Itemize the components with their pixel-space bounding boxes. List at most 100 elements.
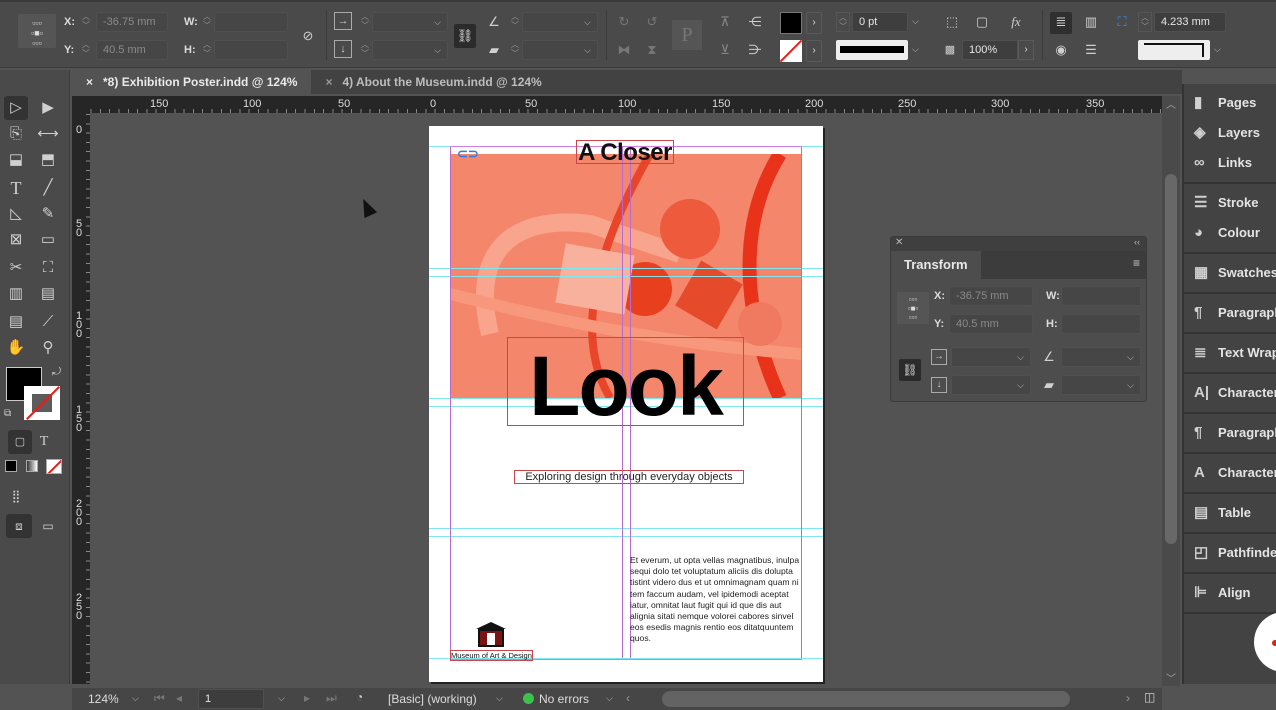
fill-menu-button[interactable]: › bbox=[806, 12, 822, 34]
dock-item-paragraph[interactable]: ¶ Paragraph bbox=[1184, 298, 1276, 328]
x-stepper[interactable]: ︿ ﹀ bbox=[79, 12, 93, 32]
stroke-weight-field[interactable]: 0 pt bbox=[852, 12, 908, 32]
chevron-down-icon[interactable]: ⌵ bbox=[912, 16, 919, 27]
gap-tool-icon[interactable]: ⛶ bbox=[1112, 12, 1132, 32]
reference-point-icon[interactable]: ▫▫▫ ▫■▫ ▫▫▫ bbox=[18, 14, 56, 48]
split-window-icon[interactable]: ◫ bbox=[1144, 690, 1155, 704]
pencil-tool[interactable]: ✎ bbox=[36, 202, 60, 226]
scale-x-stepper[interactable]: ︿ ﹀ bbox=[358, 12, 372, 32]
zoom-dropdown-icon[interactable]: ⌵ bbox=[132, 693, 139, 704]
rotate-field[interactable]: ⌵ bbox=[1061, 347, 1141, 367]
corner-options-icon[interactable]: ⬚ bbox=[942, 12, 962, 32]
note-tool[interactable]: ▤ bbox=[4, 310, 28, 334]
shear-stepper[interactable]: ︿ ﹀ bbox=[508, 40, 522, 60]
scroll-down-icon[interactable]: ﹀ bbox=[1166, 670, 1176, 685]
select-container-icon[interactable]: ⊼ bbox=[714, 12, 736, 32]
page-tool[interactable]: ⎘ bbox=[4, 122, 28, 146]
gap-field[interactable]: 4.233 mm bbox=[1154, 12, 1226, 32]
w-field[interactable] bbox=[214, 12, 288, 32]
scale-y-field[interactable]: ⌵ bbox=[951, 375, 1031, 395]
select-content-icon[interactable]: ⊻ bbox=[714, 40, 736, 60]
scroll-up-icon[interactable]: ︿ bbox=[1166, 96, 1176, 111]
dock-item-table[interactable]: ▤ Table bbox=[1184, 498, 1276, 528]
h-stepper[interactable]: ︿ ﹀ bbox=[200, 40, 214, 60]
scale-x-field[interactable]: ⌵ bbox=[951, 347, 1031, 367]
subtitle-frame[interactable]: Exploring design through everyday object… bbox=[514, 470, 744, 484]
content-placer-tool[interactable]: ⬒ bbox=[36, 148, 60, 172]
ruler-origin[interactable] bbox=[72, 96, 90, 114]
scale-y-stepper[interactable]: ︿ ﹀ bbox=[358, 40, 372, 60]
link-badge-icon[interactable]: ⊂⊃ bbox=[457, 146, 479, 162]
errors-dropdown-icon[interactable]: ⌵ bbox=[606, 693, 613, 704]
default-colors-icon[interactable]: ⧉ bbox=[4, 408, 11, 419]
h-field[interactable] bbox=[1061, 314, 1141, 334]
chevron-down-icon[interactable]: ⌵ bbox=[1127, 348, 1134, 366]
opacity-menu-button[interactable]: › bbox=[1018, 40, 1034, 60]
tab-exhibition-poster[interactable]: × *8) Exhibition Poster.indd @ 124% bbox=[72, 70, 312, 94]
dock-item-layers[interactable]: ◈ Layers bbox=[1184, 118, 1276, 148]
effects-fx-icon[interactable]: fx bbox=[1004, 12, 1028, 32]
body-text-frame[interactable]: Et everum, ut opta vellas magnatibus, in… bbox=[630, 555, 802, 645]
scale-y-field[interactable]: ⌵ bbox=[372, 40, 448, 60]
no-text-wrap-icon[interactable]: ≣ bbox=[1050, 12, 1072, 34]
pen-tool[interactable]: ◺ bbox=[4, 202, 28, 226]
chevron-down-icon[interactable]: ⌵ bbox=[912, 44, 919, 55]
chevron-down-icon[interactable]: ⌵ bbox=[584, 41, 591, 59]
title-small-frame[interactable]: A Closer bbox=[576, 140, 674, 165]
w-field[interactable] bbox=[1061, 286, 1141, 306]
drop-shadow-icon[interactable]: ▢ bbox=[972, 12, 992, 32]
gradient-feather-tool[interactable]: ▤ bbox=[36, 282, 60, 306]
scroll-thumb[interactable] bbox=[1165, 174, 1177, 544]
eyedropper-tool[interactable]: ⟋ bbox=[36, 310, 60, 334]
gap-tool[interactable]: ⟷ bbox=[36, 122, 60, 146]
next-page-icon[interactable]: ▸ bbox=[304, 691, 310, 705]
page-number-field[interactable]: 1 bbox=[198, 689, 264, 709]
panel-menu-icon[interactable]: ≡ bbox=[1133, 256, 1140, 270]
screen-mode-icon[interactable]: ⣿ bbox=[4, 484, 28, 508]
chevron-down-icon[interactable]: ⌵ bbox=[1214, 44, 1221, 55]
stroke-type-select[interactable] bbox=[836, 40, 908, 60]
dock-item-character[interactable]: A| Character bbox=[1184, 378, 1276, 408]
scroll-right-icon[interactable]: › bbox=[1126, 691, 1130, 705]
type-tool[interactable]: T bbox=[4, 176, 28, 200]
select-next-object-icon[interactable]: ⋺ bbox=[744, 40, 766, 60]
swap-colors-icon[interactable]: ⤾ bbox=[52, 366, 61, 379]
rectangle-tool[interactable]: ▭ bbox=[36, 228, 60, 252]
shear-field[interactable]: ⌵ bbox=[522, 40, 598, 60]
chevron-down-icon[interactable]: ⌵ bbox=[584, 13, 591, 31]
chevron-down-icon[interactable]: ⌵ bbox=[434, 41, 441, 59]
rectangle-frame-tool[interactable]: ⊠ bbox=[4, 228, 28, 252]
direct-selection-tool[interactable]: ▶ bbox=[36, 96, 60, 120]
fill-swatch[interactable] bbox=[780, 12, 802, 34]
zoom-tool[interactable]: ⚲ bbox=[36, 336, 60, 360]
horizontal-scroll-thumb[interactable] bbox=[662, 691, 1070, 707]
constrain-proportions-button[interactable]: ⛓ bbox=[899, 359, 921, 381]
dock-item-align[interactable]: ⊫ Align bbox=[1184, 578, 1276, 608]
vertical-scrollbar[interactable]: ︿ ﹀ bbox=[1162, 96, 1180, 686]
reference-point-icon[interactable]: ▫▫▫ ▫■▫ ▫▫▫ bbox=[897, 292, 929, 324]
dock-item-paragraph-styles[interactable]: ¶ Paragraph Styles bbox=[1184, 418, 1276, 448]
dock-item-links[interactable]: ∞ Links bbox=[1184, 148, 1276, 178]
scissors-tool[interactable]: ✂ bbox=[4, 256, 28, 280]
gap-stepper[interactable]: ︿ ﹀ bbox=[1138, 12, 1152, 32]
formatting-affects-container-button[interactable]: ▢ bbox=[8, 430, 32, 454]
hand-tool[interactable]: ✋ bbox=[4, 336, 28, 360]
tab-about-museum[interactable]: × 4) About the Museum.indd @ 124% bbox=[311, 70, 555, 94]
flip-horizontal-icon[interactable]: ⧓ bbox=[614, 40, 634, 60]
apply-none-button[interactable] bbox=[46, 459, 62, 474]
opacity-field[interactable]: 100% bbox=[962, 40, 1018, 60]
chevron-down-icon[interactable]: ⌵ bbox=[1017, 348, 1024, 366]
close-icon[interactable]: × bbox=[86, 75, 93, 89]
chevron-down-icon[interactable]: ⌵ bbox=[1127, 376, 1134, 394]
page-dropdown-icon[interactable]: ⌵ bbox=[278, 693, 285, 704]
stroke-color-swatch[interactable] bbox=[24, 386, 60, 420]
jump-object-icon[interactable]: ☰ bbox=[1080, 40, 1102, 60]
apply-gradient-button[interactable] bbox=[26, 460, 38, 472]
dock-item-character-styles[interactable]: A Character Styles bbox=[1184, 458, 1276, 488]
dock-item-colour[interactable]: ◕ Colour bbox=[1184, 218, 1276, 248]
museum-logo-icon[interactable] bbox=[476, 622, 506, 648]
zoom-level[interactable]: 124% bbox=[88, 692, 119, 706]
chevron-down-icon[interactable]: ⌵ bbox=[1017, 376, 1024, 394]
scale-x-field[interactable]: ⌵ bbox=[372, 12, 448, 32]
chevron-down-icon[interactable]: ⌵ bbox=[434, 13, 441, 31]
